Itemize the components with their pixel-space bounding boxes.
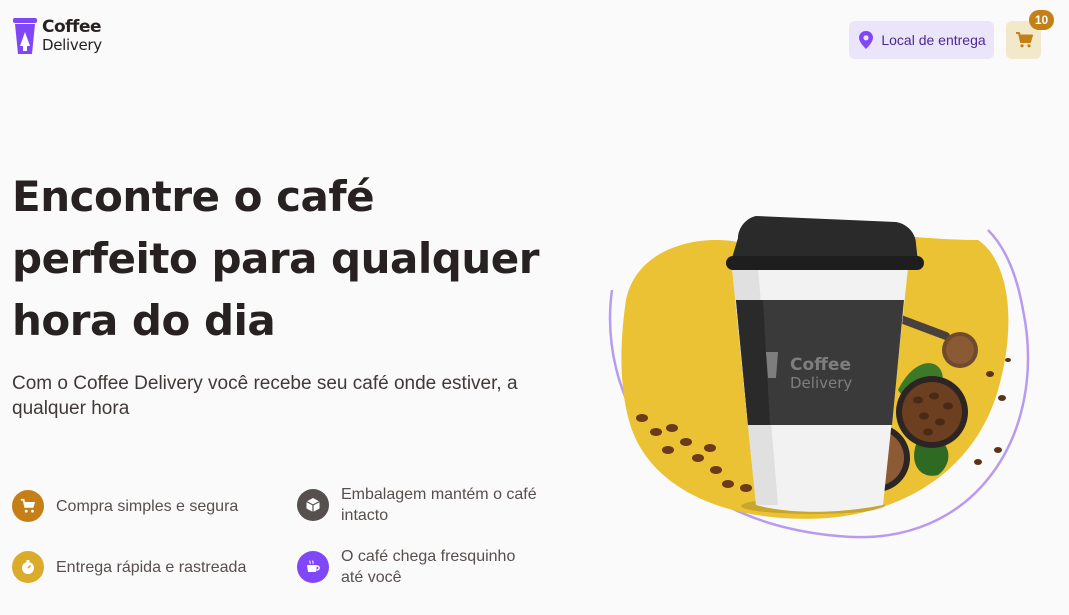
feature-item-packaging: Embalagem mantém o café intacto [297, 484, 537, 526]
coffee-icon [297, 551, 329, 583]
timer-icon [12, 551, 44, 583]
feature-list: Compra simples e segura Embalagem mantém… [12, 484, 552, 594]
cart-icon [1015, 32, 1033, 48]
logo-line2: Delivery [42, 36, 102, 54]
feature-label: O café chega fresquinho até você [341, 548, 516, 586]
feature-label: Compra simples e segura [56, 497, 239, 515]
cup-logo-line2: Delivery [790, 374, 852, 392]
hero-title-line-1: Encontre o café [12, 172, 375, 221]
feature-item-simple-purchase: Compra simples e segura [12, 490, 238, 522]
logo-line1: Coffee [42, 17, 102, 37]
cart-count-badge: 10 [1029, 10, 1054, 30]
coffee-cup-logo-icon [13, 18, 37, 54]
logo[interactable]: Coffee Delivery [12, 16, 102, 56]
header: Coffee Delivery Local de entrega 10 [0, 0, 1069, 80]
feature-label: Entrega rápida e rastreada [56, 558, 247, 576]
hero-title: Encontre o café perfeito para qualquer h… [12, 166, 552, 352]
hero-title-line-2: perfeito para qualquer [12, 234, 539, 283]
hero-coffee-cup-image: Coffee Delivery [608, 216, 1030, 539]
hero-title-line-3: hora do dia [12, 296, 276, 345]
logo-text: Coffee Delivery [42, 18, 102, 54]
map-pin-icon [859, 31, 874, 49]
cup-logo-line1: Coffee [790, 355, 851, 375]
cart-icon [12, 490, 44, 522]
feature-item-fresh-coffee: O café chega fresquinho até você [297, 546, 537, 588]
feature-label: Embalagem mantém o café intacto [341, 486, 537, 524]
package-icon [297, 489, 329, 521]
location-label: Local de entrega [881, 32, 986, 48]
location-button[interactable]: Local de entrega [849, 21, 994, 59]
cup-lid [732, 216, 918, 262]
hero-subtitle: Com o Coffee Delivery você recebe seu ca… [12, 373, 518, 419]
feature-item-fast-delivery: Entrega rápida e rastreada [12, 551, 246, 583]
